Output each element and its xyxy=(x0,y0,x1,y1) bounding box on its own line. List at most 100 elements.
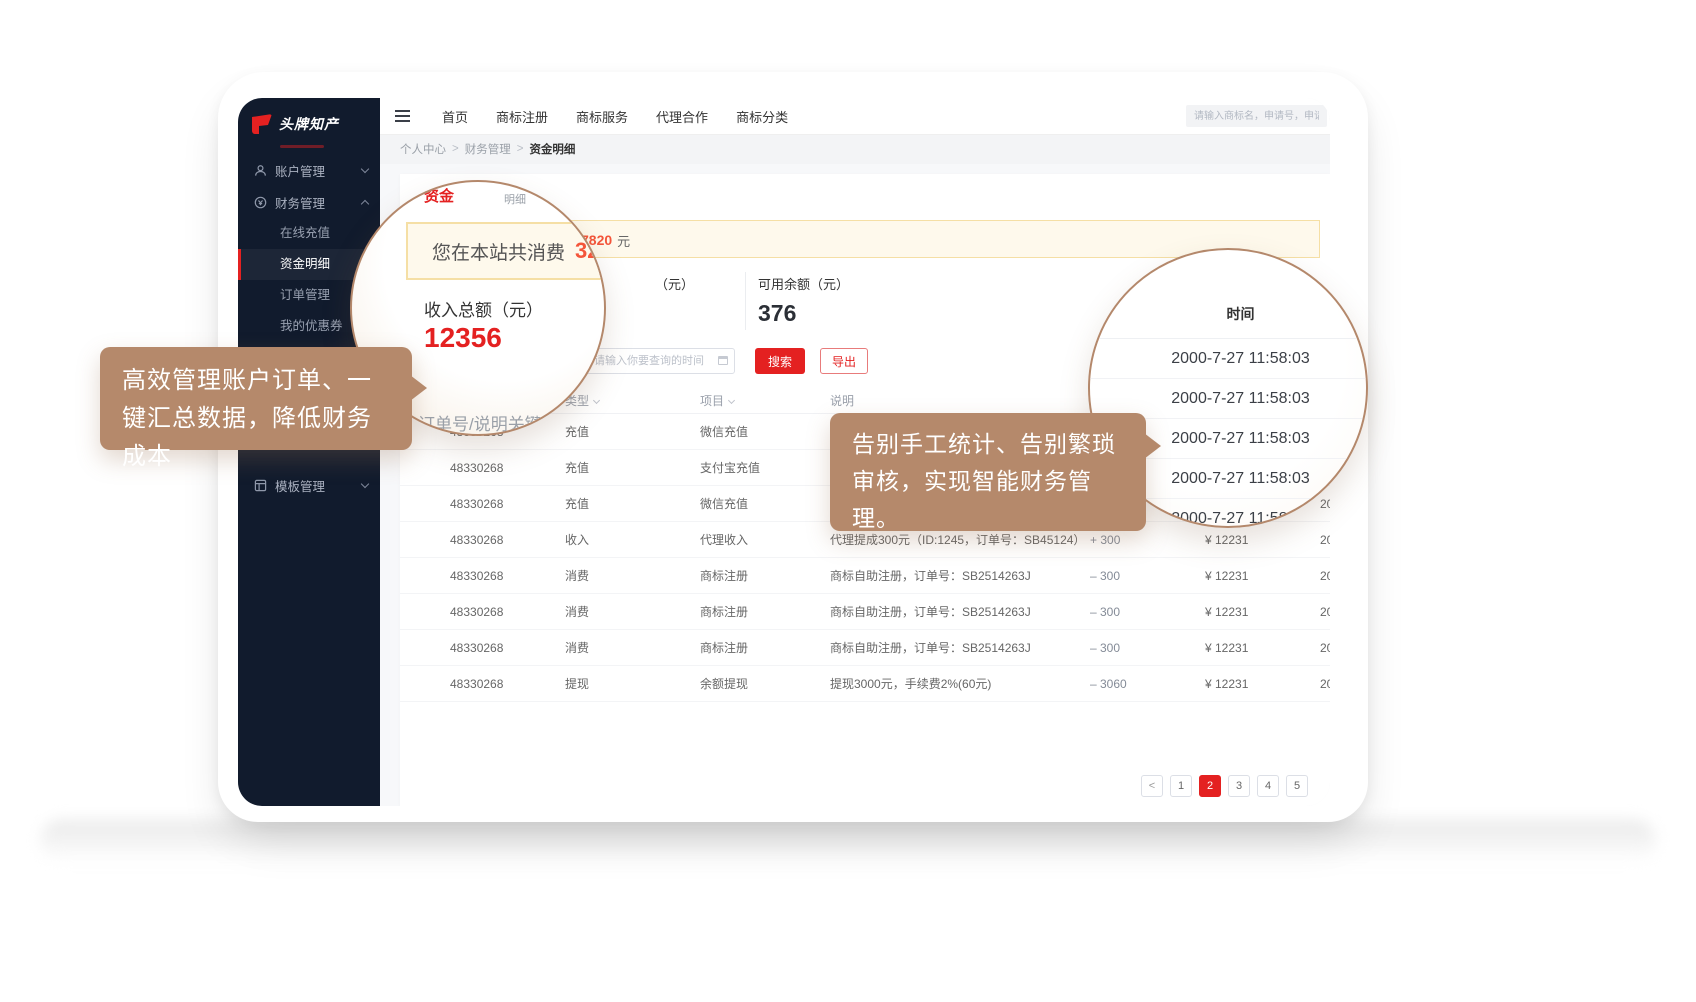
column-header: 说明 xyxy=(830,392,1090,409)
project-cell: 微信充值 xyxy=(700,495,830,512)
type-cell: 充值 xyxy=(565,459,700,476)
amount-cell: – 300 xyxy=(1090,605,1205,619)
balance-cell: ¥ 12231 xyxy=(1205,641,1320,655)
project-cell: 余额提现 xyxy=(700,675,830,692)
chevron-up-icon xyxy=(361,199,369,207)
breadcrumb-item[interactable]: 资金明细 xyxy=(529,141,575,157)
page-button-2[interactable]: 2 xyxy=(1199,775,1221,797)
sidebar-item-finance[interactable]: 财务管理 xyxy=(238,186,380,218)
sidebar-item-label: 账户管理 xyxy=(275,161,354,180)
page-button-5[interactable]: 5 xyxy=(1286,775,1308,797)
order-cell: 48330268 xyxy=(400,605,565,619)
finance-icon xyxy=(254,196,267,209)
magnified-consumption-banner: 您在本站共消费 32124 xyxy=(406,222,606,280)
column-header[interactable]: 项目 xyxy=(700,392,830,409)
page-background: 头牌知产 账户管理 财务管理 在线充值资金明细 xyxy=(0,0,1696,1002)
magnified-column-header-fragment: 订单号/说明关键字 xyxy=(418,410,559,435)
type-cell: 消费 xyxy=(565,639,700,656)
callout-right: 告别手工统计、告别繁琐审核，实现智能财务管理。 xyxy=(830,413,1146,531)
desc-cell: 提现3000元，手续费2%(60元) xyxy=(830,675,1090,692)
breadcrumb: 个人中心 > 财务管理 > 资金明细 xyxy=(380,134,1330,164)
project-cell: 微信充值 xyxy=(700,423,830,440)
balance-cell: ¥ 12231 xyxy=(1205,533,1320,547)
magnified-income-value: 12356 xyxy=(424,322,502,354)
magnified-time-value: 2000-7-27 11:58:03 xyxy=(1090,339,1366,379)
sidebar-item-label: 财务管理 xyxy=(275,193,354,212)
hamburger-menu-icon[interactable] xyxy=(382,98,418,134)
table-row: 48330268消费商标注册商标自助注册，订单号：SB2514263J– 300… xyxy=(400,594,1330,630)
magnified-time-column-header: 时间 xyxy=(1090,304,1366,324)
stat-expense: （元） xyxy=(655,272,745,330)
magnified-income-label: 收入总额（元） xyxy=(424,296,543,321)
search-input[interactable] xyxy=(1186,105,1327,127)
nav-item-5[interactable]: 商标分类 xyxy=(736,107,788,126)
sidebar-item-account[interactable]: 账户管理 xyxy=(238,154,380,186)
date-query-input[interactable] xyxy=(585,348,735,374)
user-icon xyxy=(254,164,267,177)
prev-page-button[interactable]: < xyxy=(1141,775,1163,797)
breadcrumb-item[interactable]: 财务管理 xyxy=(465,141,511,157)
magnified-banner-prefix: 您在本站共消费 xyxy=(432,238,565,265)
sort-caret-icon[interactable] xyxy=(593,397,600,404)
export-button[interactable]: 导出 xyxy=(820,348,868,374)
amount-cell: – 300 xyxy=(1090,641,1205,655)
magnified-tab-fragment: 资金 xyxy=(424,185,454,206)
nav-item-3[interactable]: 商标服务 xyxy=(576,107,628,126)
sidebar: 头牌知产 账户管理 财务管理 在线充值资金明细 xyxy=(238,98,380,806)
breadcrumb-separator: > xyxy=(517,143,524,155)
stat-value: 376 xyxy=(758,300,849,327)
sidebar-item-template[interactable]: 模板管理 xyxy=(238,469,380,501)
desc-cell: 商标自助注册，订单号：SB2514263J xyxy=(830,567,1090,584)
order-cell: 48330268 xyxy=(400,569,565,583)
breadcrumb-separator: > xyxy=(452,143,459,155)
stat-label: 可用余额（元） xyxy=(758,274,849,293)
order-cell: 48330268 xyxy=(400,533,565,547)
chevron-down-icon xyxy=(361,164,369,172)
desc-cell: 商标自助注册，订单号：SB2514263J xyxy=(830,603,1090,620)
pagination-pages: 12345 xyxy=(1170,775,1308,797)
search-button[interactable]: 搜索 xyxy=(755,348,805,374)
brand-logo[interactable]: 头牌知产 xyxy=(238,98,380,144)
calendar-icon[interactable] xyxy=(718,356,728,365)
column-header-label: 说明 xyxy=(830,394,854,408)
project-cell: 商标注册 xyxy=(700,603,830,620)
template-icon xyxy=(254,479,267,492)
column-header-label: 项目 xyxy=(700,394,724,408)
breadcrumb-item[interactable]: 个人中心 xyxy=(400,141,446,157)
brand-logo-text: 头牌知产 xyxy=(279,114,339,134)
sidebar-subitem[interactable]: 在线充值 xyxy=(238,218,380,249)
page-button-1[interactable]: 1 xyxy=(1170,775,1192,797)
table-row: 48330268消费商标注册商标自助注册，订单号：SB2514263J– 300… xyxy=(400,630,1330,666)
order-cell: 48330268 xyxy=(400,641,565,655)
magnified-banner-amount: 32124 xyxy=(575,238,606,264)
type-cell: 充值 xyxy=(565,495,700,512)
project-cell: 支付宝充值 xyxy=(700,459,830,476)
type-cell: 充值 xyxy=(565,423,700,440)
order-cell: 48330268 xyxy=(400,677,565,691)
project-cell: 代理收入 xyxy=(700,531,830,548)
nav-item-4[interactable]: 代理合作 xyxy=(656,107,708,126)
amount-cell: + 300 xyxy=(1090,533,1205,547)
nav-item-2[interactable]: 商标注册 xyxy=(496,107,548,126)
type-cell: 收入 xyxy=(565,531,700,548)
stat-label: （元） xyxy=(655,274,745,293)
nav-item-1[interactable]: 首页 xyxy=(442,107,468,126)
balance-cell: ¥ 12231 xyxy=(1205,569,1320,583)
stat-balance: 可用余额（元） 376 xyxy=(745,272,849,330)
amount-cell: – 3060 xyxy=(1090,677,1205,691)
type-cell: 提现 xyxy=(565,675,700,692)
callout-left: 高效管理账户订单、一键汇总数据，降低财务成本 xyxy=(100,347,412,450)
column-header[interactable]: 类型 xyxy=(565,392,700,409)
time-cell: 2000-7-27 11:58:03 xyxy=(1320,641,1330,655)
page-button-3[interactable]: 3 xyxy=(1228,775,1250,797)
top-navbar: 首页 商标注册 商标服务 代理合作 商标分类 xyxy=(380,98,1330,134)
order-cell: 48330268 xyxy=(400,461,565,475)
time-cell: 2000-7-27 11:58:03 xyxy=(1320,533,1330,547)
project-cell: 商标注册 xyxy=(700,639,830,656)
table-row: 48330268消费商标注册商标自助注册，订单号：SB2514263J– 300… xyxy=(400,558,1330,594)
magnified-tab-fragment-gray: 明细 xyxy=(504,191,526,207)
page-button-4[interactable]: 4 xyxy=(1257,775,1279,797)
logo-caption xyxy=(280,145,324,148)
sort-caret-icon[interactable] xyxy=(728,397,735,404)
amount-cell: – 300 xyxy=(1090,569,1205,583)
